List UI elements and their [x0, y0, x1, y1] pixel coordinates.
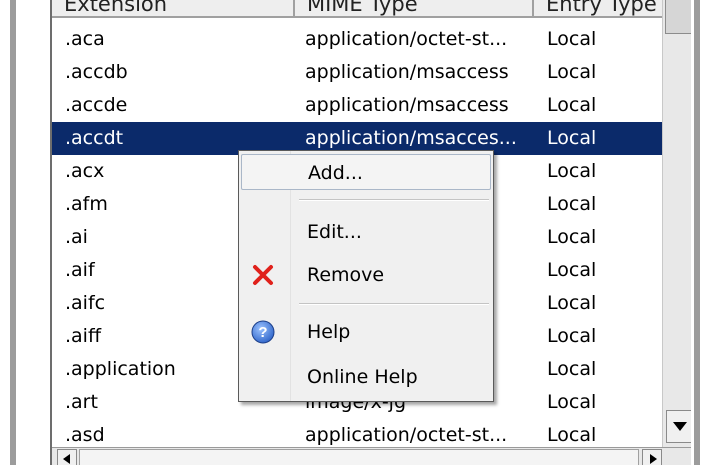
vertical-scrollbar[interactable] [662, 0, 691, 465]
window-left-edge [0, 0, 50, 465]
entry-type-cell: Local [547, 325, 597, 347]
menu-item-help[interactable]: ? Help [241, 314, 491, 350]
entry-type-cell: Local [547, 94, 597, 116]
list-header: Extension MIME Type Entry Type [52, 0, 662, 18]
column-header-extension[interactable]: Extension [52, 0, 295, 18]
arrow-down-icon [672, 422, 687, 431]
entry-type-cell: Local [547, 358, 597, 380]
entry-type-cell: Local [547, 226, 597, 248]
arrow-right-icon [650, 454, 657, 464]
remove-x-icon [253, 265, 273, 285]
menu-separator [299, 303, 489, 305]
mime-type-cell: application/octet-st... [305, 28, 508, 50]
menu-item-online-help-label: Online Help [307, 366, 418, 388]
window-left-border [10, 0, 16, 465]
menu-item-edit-label: Edit... [307, 221, 362, 243]
menu-item-remove-label: Remove [307, 264, 385, 286]
entry-type-cell: Local [547, 61, 597, 83]
table-row[interactable]: .aca application/octet-st... Local [52, 23, 662, 56]
table-row[interactable]: .accdb application/msaccess Local [52, 56, 662, 89]
mime-type-cell: application/msaccess [305, 61, 509, 83]
extension-cell: .accdb [65, 61, 128, 83]
context-menu: Add... Edit... Remove ? Help Online Help [238, 150, 494, 402]
svg-text:?: ? [258, 324, 267, 341]
entry-type-cell: Local [547, 28, 597, 50]
menu-item-remove[interactable]: Remove [241, 257, 491, 293]
scroll-right-button[interactable] [642, 449, 662, 465]
menu-separator [299, 199, 489, 201]
extension-cell: .aca [65, 28, 105, 50]
scroll-left-button[interactable] [57, 449, 77, 465]
horizontal-scroll-thumb[interactable] [79, 449, 639, 465]
arrow-left-icon [63, 454, 70, 464]
menu-item-edit[interactable]: Edit... [241, 214, 491, 250]
entry-type-cell: Local [547, 127, 597, 149]
help-icon: ? [251, 320, 275, 344]
vertical-scroll-thumb[interactable] [665, 0, 691, 34]
mime-type-cell: application/msaccess [305, 94, 509, 116]
entry-type-cell: Local [547, 160, 597, 182]
scroll-down-button[interactable] [666, 410, 691, 443]
menu-item-online-help[interactable]: Online Help [241, 359, 491, 395]
horizontal-scrollbar[interactable] [52, 447, 691, 465]
entry-type-cell: Local [547, 292, 597, 314]
column-header-mime-type[interactable]: MIME Type [295, 0, 534, 18]
table-row[interactable]: .accde application/msaccess Local [52, 89, 662, 122]
menu-item-add-label: Add... [308, 162, 363, 184]
entry-type-cell: Local [547, 259, 597, 281]
window-right-border [694, 0, 700, 465]
entry-type-cell: Local [547, 391, 597, 413]
entry-type-cell: Local [547, 193, 597, 215]
extension-cell: .accde [65, 94, 128, 116]
column-header-entry-type[interactable]: Entry Type [534, 0, 662, 18]
menu-item-help-label: Help [307, 321, 351, 343]
menu-item-add[interactable]: Add... [241, 154, 491, 190]
